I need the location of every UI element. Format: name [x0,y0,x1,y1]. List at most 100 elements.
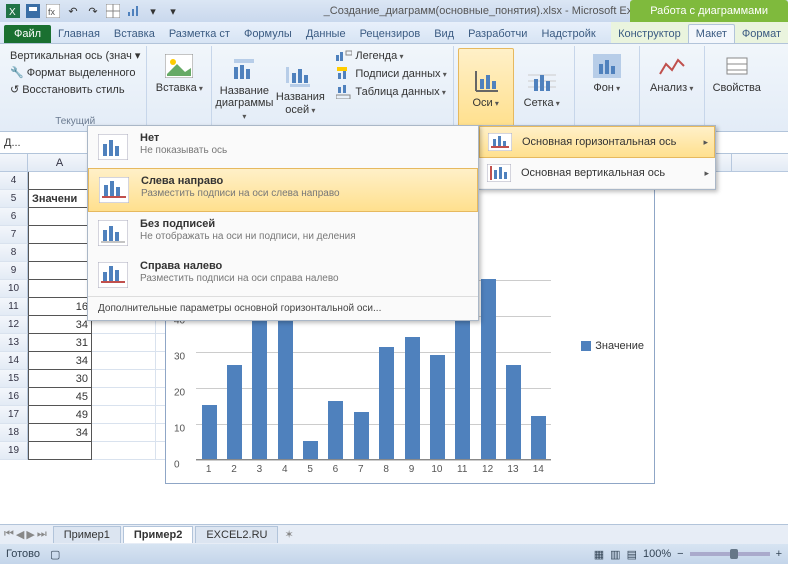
tab-developer[interactable]: Разработчи [461,25,534,43]
tab-review[interactable]: Рецензиров [353,25,428,43]
chart-title-button[interactable]: Название диаграммы [216,48,272,127]
cell[interactable]: 31 [28,334,92,352]
chart-bar[interactable] [303,441,318,459]
format-selection-button[interactable]: 🔧 Формат выделенного [8,65,142,80]
zoom-level[interactable]: 100% [643,548,671,560]
cell[interactable]: 30 [28,370,92,388]
excel-icon[interactable]: X [4,2,22,20]
cell[interactable]: 16 [28,298,92,316]
tab-data[interactable]: Данные [299,25,353,43]
row-header[interactable]: 12 [0,316,28,334]
cell[interactable] [28,226,92,244]
chart-bar[interactable] [481,279,496,459]
cell[interactable]: 34 [28,316,92,334]
tab-addins[interactable]: Надстройк [534,25,602,43]
row-header[interactable]: 9 [0,262,28,280]
chart-bar[interactable] [354,412,369,459]
chart-bar[interactable] [379,347,394,459]
new-sheet-button[interactable]: ✶ [278,528,299,541]
chart-bar[interactable] [252,308,267,459]
row-header[interactable]: 4 [0,172,28,190]
sheet-nav-first[interactable]: ⏮ [4,528,14,541]
row-header[interactable]: 6 [0,208,28,226]
insert-button[interactable]: Вставка [151,48,207,96]
cell[interactable] [92,352,156,370]
cell[interactable] [28,262,92,280]
sheet-nav-prev[interactable]: ◀ [16,528,24,541]
view-page-icon[interactable]: ▥ [610,548,620,561]
gridlines-button[interactable]: Сетка [514,48,570,127]
row-header[interactable]: 5 [0,190,28,208]
cell[interactable]: 34 [28,352,92,370]
table-icon[interactable] [104,2,122,20]
chart-bar[interactable] [202,405,217,459]
row-header[interactable]: 18 [0,424,28,442]
chart-bar[interactable] [278,311,293,459]
row-header[interactable]: 11 [0,298,28,316]
axis-option-left-to-right[interactable]: Слева направоРазместить подписи на оси с… [88,168,478,212]
column-header[interactable] [0,154,28,171]
cell[interactable] [92,424,156,442]
row-header[interactable]: 8 [0,244,28,262]
axes-button[interactable]: Оси [458,48,514,127]
cell[interactable] [28,244,92,262]
tab-formulas[interactable]: Формулы [237,25,299,43]
row-header[interactable]: 13 [0,334,28,352]
macro-record-icon[interactable]: ▢ [50,548,60,561]
sheet-tab-1[interactable]: Пример1 [53,526,121,543]
cell[interactable] [92,388,156,406]
axis-option-no-labels[interactable]: Без подписейНе отображать на оси ни подп… [88,212,478,254]
view-break-icon[interactable]: ▤ [627,548,637,561]
legend-button[interactable]: Легенда [334,48,448,64]
chart-bar[interactable] [531,416,546,459]
column-header[interactable]: A [28,154,92,171]
properties-button[interactable]: Свойства [709,48,765,96]
sheet-tab-3[interactable]: EXCEL2.RU [195,526,278,543]
insert-func-icon[interactable]: fx [44,2,62,20]
view-normal-icon[interactable]: ▦ [594,548,604,561]
zoom-in-button[interactable]: + [776,548,782,560]
tab-view[interactable]: Вид [427,25,461,43]
reset-style-button[interactable]: ↺ Восстановить стиль [8,82,142,97]
cell[interactable]: 45 [28,388,92,406]
tab-home[interactable]: Главная [51,25,107,43]
chart-element-dropdown[interactable]: Вертикальная ось (знач ▾ [8,48,142,63]
sheet-tab-2[interactable]: Пример2 [123,526,193,543]
cell[interactable] [28,442,92,460]
row-header[interactable]: 10 [0,280,28,298]
cell[interactable] [92,334,156,352]
chart-bar[interactable] [430,355,445,459]
cell[interactable] [28,280,92,298]
row-header[interactable]: 19 [0,442,28,460]
row-header[interactable]: 16 [0,388,28,406]
data-table-button[interactable]: Таблица данных [334,84,448,100]
cell[interactable]: 49 [28,406,92,424]
tab-chart-layout[interactable]: Макет [688,24,735,43]
zoom-out-button[interactable]: − [677,548,683,560]
undo-icon[interactable]: ↶ [64,2,82,20]
cell[interactable] [92,370,156,388]
chart-icon[interactable] [124,2,142,20]
data-labels-button[interactable]: Подписи данных [334,66,448,82]
tab-layout[interactable]: Разметка ст [162,25,237,43]
cell[interactable] [92,406,156,424]
row-header[interactable]: 14 [0,352,28,370]
sheet-nav-last[interactable]: ⏭ [37,528,47,541]
cell[interactable] [28,208,92,226]
menu-primary-horizontal-axis[interactable]: Основная горизонтальная ось ▸ [479,126,715,158]
redo-icon[interactable]: ↷ [84,2,102,20]
cell[interactable]: 34 [28,424,92,442]
chart-bar[interactable] [227,365,242,459]
save-icon[interactable] [24,2,42,20]
filter-icon[interactable]: ▾ [144,2,162,20]
chart-bar[interactable] [328,401,343,459]
tab-file[interactable]: Файл [4,25,51,43]
cell[interactable] [92,442,156,460]
cell[interactable] [28,172,92,190]
chart-legend[interactable]: Значение [581,340,644,352]
row-header[interactable]: 7 [0,226,28,244]
qat-more-icon[interactable]: ▾ [164,2,182,20]
tab-insert[interactable]: Вставка [107,25,162,43]
chart-bar[interactable] [405,337,420,459]
axis-more-options[interactable]: Дополнительные параметры основной горизо… [88,296,478,320]
